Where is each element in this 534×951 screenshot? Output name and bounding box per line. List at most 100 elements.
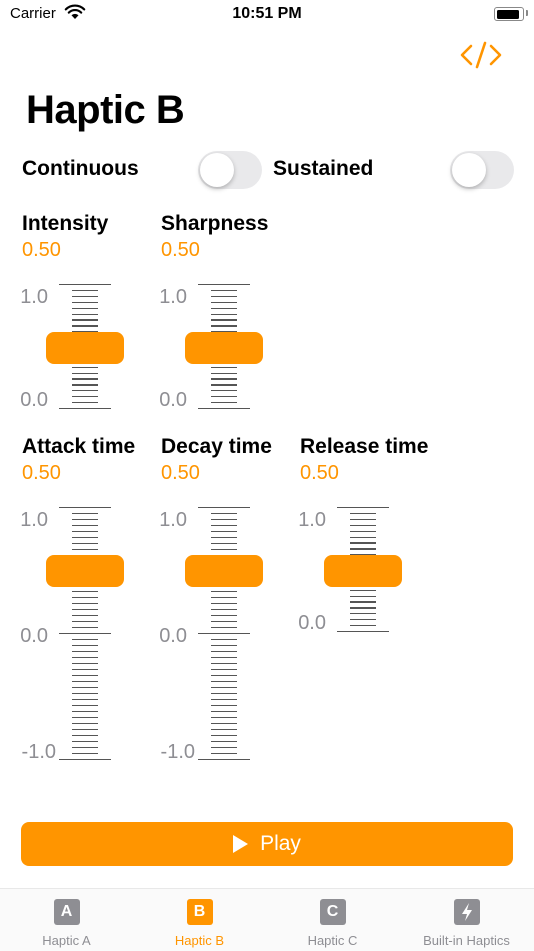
intensity-slider[interactable] <box>46 284 126 410</box>
slider-tick <box>211 513 237 515</box>
slider-tick <box>72 705 98 707</box>
tab-built-in-haptics[interactable]: Built-in Haptics <box>400 889 533 951</box>
slider-tick <box>72 525 98 527</box>
decay-time-label: Decay time <box>161 435 272 458</box>
slider-tick <box>211 699 237 701</box>
toggle-knob <box>452 153 486 187</box>
page-title: Haptic B <box>26 88 185 132</box>
release-time-value: 0.50 <box>300 462 339 484</box>
slider-tick <box>72 729 98 731</box>
slider-tick <box>72 693 98 695</box>
intensity-value: 0.50 <box>22 239 61 261</box>
slider-tick <box>211 645 237 647</box>
slider-tick <box>211 366 237 368</box>
slider-tick <box>211 372 237 374</box>
slider-tick <box>72 681 98 683</box>
slider-tick <box>211 301 237 303</box>
slider-tick <box>72 325 98 327</box>
slider-tick <box>72 717 98 719</box>
tab-haptic-c[interactable]: C Haptic C <box>266 889 399 951</box>
release-scale-min: 0.0 <box>298 612 326 634</box>
tab-label: Haptic B <box>174 933 225 948</box>
attack-time-value: 0.50 <box>22 462 61 484</box>
slider-tick <box>211 384 237 386</box>
attack-scale-max: 1.0 <box>20 509 48 531</box>
decay-time-slider[interactable] <box>185 507 265 761</box>
attack-time-slider[interactable] <box>46 507 126 761</box>
slider-tick <box>211 663 237 665</box>
slider-tick <box>198 408 250 410</box>
slider-tick <box>72 390 98 392</box>
battery-tip <box>526 10 528 16</box>
slider-tick <box>72 591 98 593</box>
slider-tick <box>211 603 237 605</box>
sharpness-label: Sharpness <box>161 212 269 235</box>
slider-tick <box>211 621 237 623</box>
slider-thumb[interactable] <box>185 332 263 364</box>
slider-tick <box>59 408 111 410</box>
slider-tick <box>211 597 237 599</box>
slider-tick <box>211 313 237 315</box>
slider-tick <box>211 307 237 309</box>
slider-tick <box>72 531 98 533</box>
continuous-toggle[interactable] <box>198 151 262 189</box>
slider-tick <box>211 615 237 617</box>
sustained-toggle[interactable] <box>450 151 514 189</box>
decay-scale-max: 1.0 <box>159 509 187 531</box>
slider-tick <box>72 711 98 713</box>
slider-tick <box>72 597 98 599</box>
slider-tick <box>72 615 98 617</box>
slider-tick <box>211 675 237 677</box>
slider-tick <box>72 741 98 743</box>
slider-tick <box>211 289 237 292</box>
slider-tick <box>59 633 111 635</box>
letter-a-icon: A <box>53 899 80 925</box>
slider-tick <box>72 669 98 671</box>
slider-tick <box>72 687 98 689</box>
slider-tick <box>198 759 250 761</box>
slider-tick <box>211 390 237 392</box>
slider-tick <box>337 631 389 633</box>
slider-tick <box>72 378 98 380</box>
slider-tick <box>198 633 250 635</box>
slider-tick <box>72 609 98 611</box>
slider-tick <box>72 289 98 292</box>
code-brackets-icon[interactable] <box>460 40 502 70</box>
slider-tick <box>72 639 98 641</box>
slider-thumb[interactable] <box>46 555 124 587</box>
slider-tick <box>350 542 376 544</box>
slider-tick <box>72 723 98 725</box>
release-time-label: Release time <box>300 435 429 458</box>
slider-tick <box>72 307 98 309</box>
slider-tick <box>350 619 376 621</box>
slider-thumb[interactable] <box>46 332 124 364</box>
slider-tick <box>350 512 376 515</box>
attack-time-label: Attack time <box>22 435 136 458</box>
intensity-scale-max: 1.0 <box>20 286 48 308</box>
slider-tick <box>72 313 98 315</box>
slider-tick <box>211 531 237 533</box>
tab-label: Haptic C <box>307 933 358 948</box>
play-icon <box>233 835 249 853</box>
slider-thumb[interactable] <box>185 555 263 587</box>
sharpness-slider[interactable] <box>185 284 265 410</box>
tab-label: Haptic A <box>42 933 91 948</box>
tab-haptic-b[interactable]: B Haptic B <box>133 889 266 951</box>
tab-haptic-a[interactable]: A Haptic A <box>0 889 133 951</box>
slider-tick <box>211 543 237 545</box>
toggle-knob <box>200 153 234 187</box>
slider-tick <box>211 319 237 321</box>
slider-thumb[interactable] <box>324 555 402 587</box>
slider-tick <box>72 537 98 539</box>
slider-tick <box>350 548 376 550</box>
slider-tick <box>211 705 237 707</box>
slider-tick <box>211 735 237 737</box>
slider-tick <box>350 518 376 520</box>
release-time-slider[interactable] <box>324 507 404 633</box>
play-button[interactable]: Play <box>21 822 513 866</box>
slider-tick <box>211 651 237 653</box>
slider-tick <box>72 402 98 404</box>
sharpness-scale-max: 1.0 <box>159 286 187 308</box>
slider-tick <box>72 753 98 755</box>
slider-tick <box>72 372 98 374</box>
